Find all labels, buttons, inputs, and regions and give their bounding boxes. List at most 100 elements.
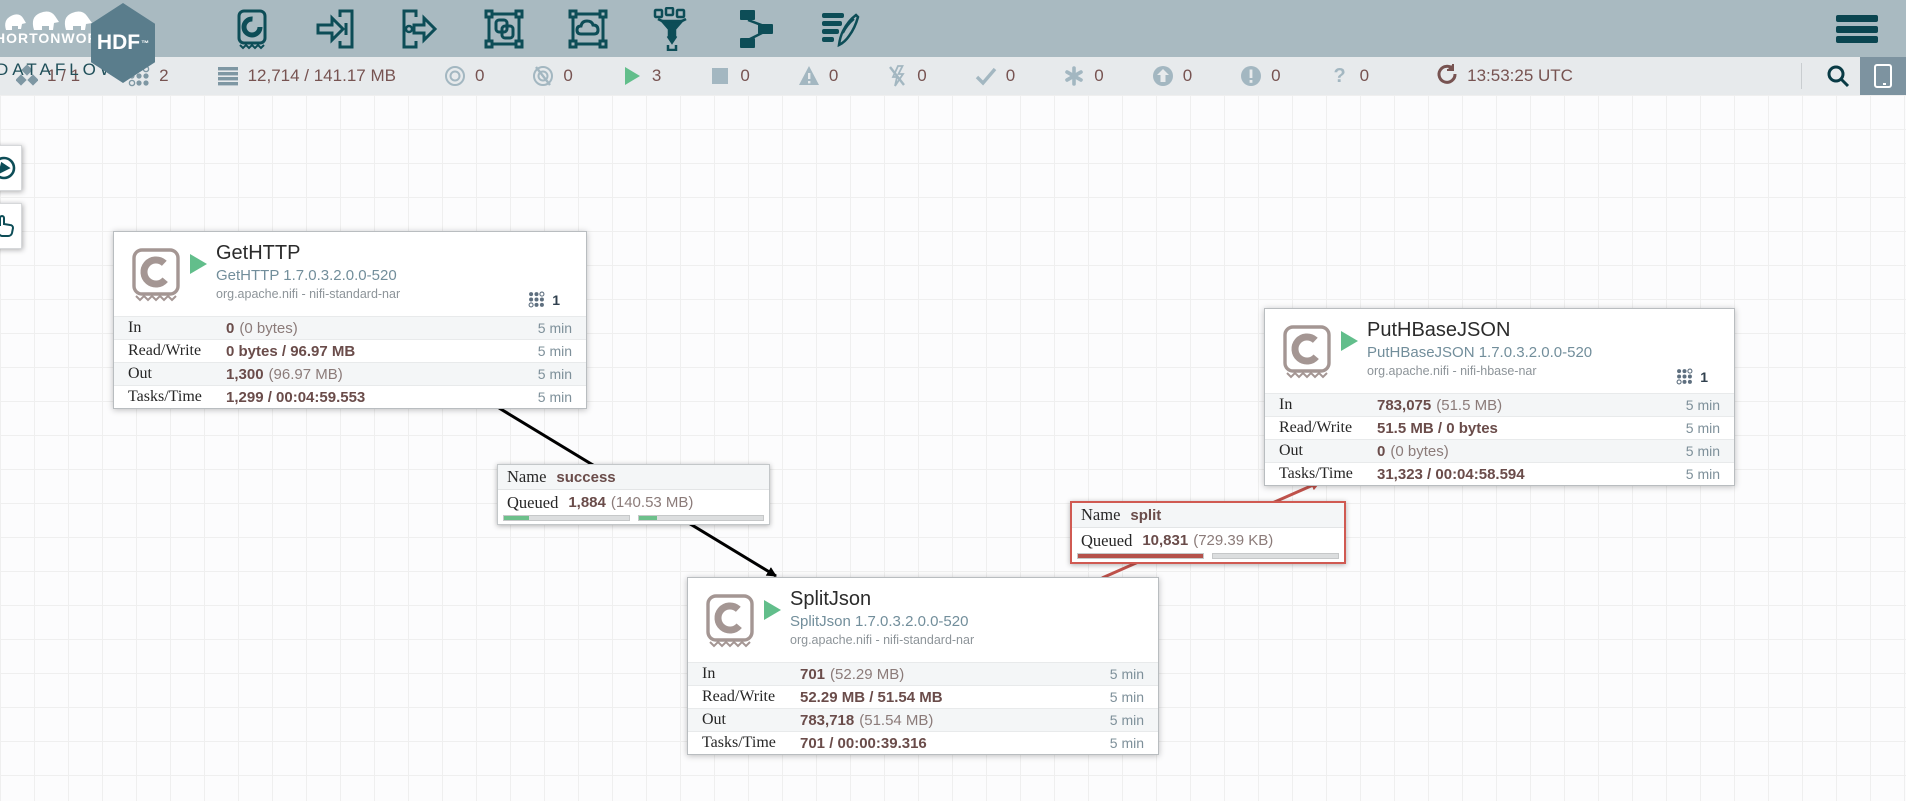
search-icon: [1826, 64, 1850, 88]
processor-stamp-icon: [1277, 321, 1337, 381]
stat-row-tasks: Tasks/Time 31,323 / 00:04:58.594 5 min: [1265, 462, 1734, 485]
refresh-status[interactable]: 13:53:25 UTC: [1435, 63, 1573, 90]
locally-modified-and-stale-icon: [1240, 65, 1262, 87]
object-threshold-bar: [1077, 553, 1204, 559]
global-menu-button[interactable]: [1836, 15, 1878, 43]
not-transmitting-icon: [532, 65, 554, 87]
operate-panel-toggle[interactable]: [0, 203, 22, 249]
queued-list-icon: [217, 65, 239, 87]
locally-modified-icon: [1063, 65, 1085, 87]
processor-stamp-icon: [126, 244, 186, 304]
template-icon[interactable]: [732, 5, 780, 53]
navigate-compass-icon: [0, 155, 17, 181]
last-refresh-time: 13:53:25 UTC: [1467, 66, 1573, 86]
backpressure-bars: [1072, 553, 1344, 562]
hand-pointer-icon: [0, 213, 17, 239]
status-invalid: 0: [798, 65, 838, 87]
label-icon[interactable]: [816, 5, 864, 53]
hortonworks-dataflow-logo: HORTONWORKS DATAFLOW HDF™: [0, 0, 180, 88]
backpressure-bars: [498, 515, 769, 524]
disabled-icon: [886, 65, 908, 87]
stat-row-in: In 0 (0 bytes) 5 min: [114, 316, 586, 339]
output-port-icon[interactable]: [396, 5, 444, 53]
processor-name: GetHTTP: [216, 242, 400, 265]
object-threshold-bar: [503, 515, 630, 521]
queued-size: (729.39 KB): [1193, 532, 1273, 549]
connection-queued-row: Queued 1,884 (140.53 MB): [498, 490, 769, 515]
status-disabled: 0: [886, 65, 926, 87]
processor-gethttp[interactable]: GetHTTP GetHTTP 1.7.0.3.2.0.0-520 org.ap…: [113, 231, 587, 409]
processor-stamp-icon: [700, 590, 760, 650]
connection-label-success[interactable]: Name success Queued 1,884 (140.53 MB): [497, 464, 770, 525]
processor-name: PutHBaseJSON: [1367, 319, 1592, 342]
status-stale: 0: [1152, 65, 1192, 87]
processor-name: SplitJson: [790, 588, 974, 611]
status-stopped: 0: [709, 65, 749, 87]
bulletin-panel-button[interactable]: [1860, 57, 1906, 95]
stat-row-out: Out 783,718 (51.54 MB) 5 min: [688, 708, 1158, 731]
stat-row-out: Out 1,300 (96.97 MB) 5 min: [114, 362, 586, 385]
flow-canvas[interactable]: GetHTTP GetHTTP 1.7.0.3.2.0.0-520 org.ap…: [0, 95, 1906, 801]
connection-name: split: [1130, 507, 1161, 524]
size-threshold-bar: [638, 515, 765, 521]
processor-bundle: org.apache.nifi - nifi-standard-nar: [216, 287, 400, 301]
stat-row-in: In 783,075 (51.5 MB) 5 min: [1265, 393, 1734, 416]
processor-puthbasejson[interactable]: PutHBaseJSON PutHBaseJSON 1.7.0.3.2.0.0-…: [1264, 308, 1735, 486]
sync-failure-icon: ?: [1329, 65, 1351, 87]
status-sync-failure: ? 0: [1329, 65, 1369, 87]
stopped-icon: [709, 65, 731, 87]
refresh-icon: [1435, 63, 1457, 90]
status-running: 3: [621, 65, 661, 87]
queued-count: 1,884: [568, 494, 606, 511]
active-thread-badge: 1: [1676, 368, 1708, 385]
processor-splitjson[interactable]: SplitJson SplitJson 1.7.0.3.2.0.0-520 or…: [687, 577, 1159, 755]
statusbar-separator: [1801, 63, 1802, 89]
navigate-panel-toggle[interactable]: [0, 145, 22, 191]
running-state-icon: [1341, 331, 1358, 351]
queued-size: (140.53 MB): [611, 494, 694, 511]
processor-bundle: org.apache.nifi - nifi-hbase-nar: [1367, 364, 1592, 378]
connection-queued-row: Queued 10,831 (729.39 KB): [1072, 528, 1344, 553]
connection-label-split[interactable]: Name split Queued 10,831 (729.39 KB): [1070, 501, 1346, 564]
processor-type-version: PutHBaseJSON 1.7.0.3.2.0.0-520: [1367, 344, 1592, 361]
input-port-icon[interactable]: [312, 5, 360, 53]
connection-name: success: [556, 469, 615, 486]
search-button[interactable]: [1816, 57, 1860, 95]
status-locally-modified: 0: [1063, 65, 1103, 87]
processor-bundle: org.apache.nifi - nifi-standard-nar: [790, 633, 974, 647]
stat-row-readwrite: Read/Write 51.5 MB / 0 bytes 5 min: [1265, 416, 1734, 439]
status-transmitting: 0: [444, 65, 484, 87]
threads-grid-icon: [528, 291, 545, 308]
processor-type-version: GetHTTP 1.7.0.3.2.0.0-520: [216, 267, 400, 284]
invalid-icon: [798, 65, 820, 87]
stat-row-tasks: Tasks/Time 701 / 00:00:39.316 5 min: [688, 731, 1158, 754]
stat-row-out: Out 0 (0 bytes) 5 min: [1265, 439, 1734, 462]
queued-count: 10,831: [1142, 532, 1188, 549]
running-icon: [621, 65, 643, 87]
status-bar: 1 / 1 2 12,714 / 141.17 MB 0: [0, 57, 1906, 95]
stat-row-tasks: Tasks/Time 1,299 / 00:04:59.553 5 min: [114, 385, 586, 408]
running-state-icon: [190, 254, 207, 274]
process-group-icon[interactable]: [480, 5, 528, 53]
remote-process-group-icon[interactable]: [564, 5, 612, 53]
panel-icon: [1872, 63, 1894, 89]
processor-type-version: SplitJson 1.7.0.3.2.0.0-520: [790, 613, 974, 630]
stale-icon: [1152, 65, 1174, 87]
up-to-date-icon: [975, 65, 997, 87]
status-locally-modified-and-stale: 0: [1240, 65, 1280, 87]
status-queued: 12,714 / 141.17 MB: [217, 65, 396, 87]
top-toolbar: HORTONWORKS DATAFLOW HDF™: [0, 0, 1906, 57]
status-not-transmitting: 0: [532, 65, 572, 87]
processor-icon[interactable]: [228, 5, 276, 53]
size-threshold-bar: [1212, 553, 1339, 559]
threads-grid-icon: [1676, 368, 1693, 385]
status-up-to-date: 0: [975, 65, 1015, 87]
connection-name-row: Name split: [1072, 503, 1344, 528]
stat-row-readwrite: Read/Write 0 bytes / 96.97 MB 5 min: [114, 339, 586, 362]
hamburger-icon: [1836, 15, 1878, 22]
stat-row-readwrite: Read/Write 52.29 MB / 51.54 MB 5 min: [688, 685, 1158, 708]
running-state-icon: [764, 600, 781, 620]
transmitting-icon: [444, 65, 466, 87]
component-toolbar: [228, 4, 864, 54]
funnel-icon[interactable]: [648, 5, 696, 53]
